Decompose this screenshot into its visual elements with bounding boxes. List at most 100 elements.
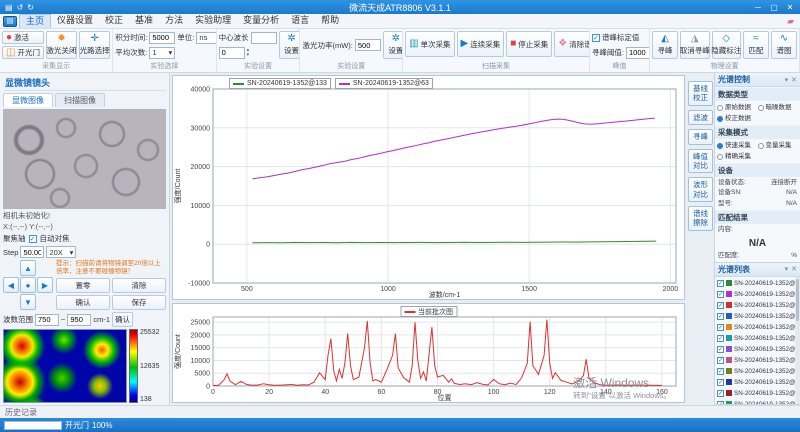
menu-tab-基准[interactable]: 基准 xyxy=(129,14,159,28)
maximize-button[interactable]: ▢ xyxy=(766,3,782,12)
radio-option[interactable]: 暗噪数据 xyxy=(758,102,799,113)
continuous-acquire-button[interactable]: ▶连续采集 xyxy=(457,31,505,57)
image-tab[interactable]: 扫描图像 xyxy=(55,93,105,107)
cancel-peak-button[interactable]: ◮取消寻峰 xyxy=(680,31,709,59)
list-scrollbar[interactable] xyxy=(795,277,800,404)
side-button[interactable]: 波形对比 xyxy=(688,177,713,202)
spectra-list-item[interactable]: ✓SN-20240619-1352@63 xyxy=(715,289,800,300)
scrollbar-thumb[interactable] xyxy=(796,279,799,321)
radio-option[interactable]: 快速采集 xyxy=(717,140,758,151)
range-from-input[interactable] xyxy=(35,314,59,326)
spectra-list-item[interactable]: ✓SN-20240619-1352@59 xyxy=(715,300,800,311)
move-center-button[interactable]: ● xyxy=(20,277,36,293)
spectra-list-item[interactable]: ✓SN-20240619-1352@56 xyxy=(715,311,800,322)
center-wavelength-input[interactable] xyxy=(251,32,277,44)
redo-icon[interactable]: ↻ xyxy=(27,3,34,12)
range-confirm-button[interactable]: 确认 xyxy=(112,312,133,327)
save-icon[interactable]: ▤ xyxy=(5,3,13,12)
radio-option[interactable]: 校正数据 xyxy=(717,113,758,124)
match-button[interactable]: ≈匹配 xyxy=(743,31,769,59)
menu-tab-主页[interactable]: 主页 xyxy=(19,14,51,28)
item-checkbox[interactable]: ✓ xyxy=(717,335,724,342)
file-menu-button[interactable]: ▤ xyxy=(3,16,17,27)
item-checkbox[interactable]: ✓ xyxy=(717,346,724,353)
item-checkbox[interactable]: ✓ xyxy=(717,302,724,309)
autofocus-checkbox[interactable]: ✓ xyxy=(29,235,37,243)
item-checkbox[interactable]: ✓ xyxy=(717,390,724,397)
move-left-button[interactable]: ◀ xyxy=(3,277,19,293)
radio-option[interactable]: 精确采集 xyxy=(717,151,758,162)
spinner-arrows-icon[interactable]: ▴▾ xyxy=(247,48,250,58)
confirm-button[interactable]: 确认 xyxy=(56,295,110,310)
peak-mark-checkbox[interactable]: ✓ xyxy=(592,34,600,42)
spectrum-button[interactable]: ∿谱图 xyxy=(771,31,797,59)
spectra-list-item[interactable]: ✓SN-20240619-1352@133 xyxy=(715,278,800,289)
range-to-input[interactable] xyxy=(67,314,91,326)
close-button[interactable]: ✕ xyxy=(782,3,798,12)
menu-tab-帮助[interactable]: 帮助 xyxy=(315,14,345,28)
spectra-list-item[interactable]: ✓SN-20240619-1352@53 xyxy=(715,322,800,333)
laser-power-input[interactable] xyxy=(355,39,381,51)
main-spectrum-chart[interactable]: SN-20240619-1352@133SN-20240619-1352@63 … xyxy=(172,75,685,300)
legend-item[interactable]: 当前批次图 xyxy=(400,306,457,317)
legend-item[interactable]: SN-20240619-1352@63 xyxy=(335,78,433,89)
item-checkbox[interactable]: ✓ xyxy=(717,280,724,287)
eraser-icon[interactable]: ▰ xyxy=(787,16,794,27)
menu-tab-变量分析[interactable]: 变量分析 xyxy=(237,14,285,28)
item-checkbox[interactable]: ✓ xyxy=(717,291,724,298)
item-checkbox[interactable]: ✓ xyxy=(717,357,724,364)
move-right-button[interactable]: ▶ xyxy=(37,277,53,293)
single-acquire-button[interactable]: ▥单次采集 xyxy=(405,31,454,57)
side-button[interactable]: 峰值对比 xyxy=(688,149,713,174)
hide-marks-button[interactable]: ◇隐藏标注 xyxy=(712,31,741,59)
pin-icon[interactable]: ▾ xyxy=(785,265,789,273)
image-tab[interactable]: 显微图像 xyxy=(3,93,53,107)
spectra-list-item[interactable]: ✓SN-20240619-1352@41 xyxy=(715,366,800,377)
spectra-list-item[interactable]: ✓SN-20240619-1352@50 xyxy=(715,333,800,344)
pin-icon[interactable]: ▾ xyxy=(785,76,789,84)
peak-threshold-input[interactable] xyxy=(626,47,650,59)
side-button[interactable]: 谱线擦除 xyxy=(688,206,713,231)
clear-spectrum-button[interactable]: ❖清除谱图 xyxy=(554,31,590,57)
find-peak-button[interactable]: ◭寻峰 xyxy=(652,31,678,59)
clear-button[interactable]: 清除 xyxy=(112,278,166,293)
settings-button[interactable]: ✲设置 xyxy=(279,31,301,59)
beam-select-button[interactable]: ✛光路选择 xyxy=(79,31,110,59)
laser-power-settings-button[interactable]: ✲设置 xyxy=(383,31,403,59)
item-checkbox[interactable]: ✓ xyxy=(717,324,724,331)
side-button[interactable]: 滤波 xyxy=(688,110,713,125)
wavelength-step-input[interactable] xyxy=(219,47,245,59)
menu-tab-实验助理[interactable]: 实验助理 xyxy=(189,14,237,28)
move-down-button[interactable]: ▼ xyxy=(20,294,36,310)
stop-acquire-button[interactable]: ■停止采集 xyxy=(506,31,552,57)
objective-zoom-select[interactable]: 20X▾ xyxy=(46,246,76,258)
side-button[interactable]: 寻峰 xyxy=(688,129,713,144)
average-count-select[interactable]: 1▾ xyxy=(149,47,175,59)
minimize-button[interactable]: ─ xyxy=(750,3,766,12)
laser-activate-button[interactable]: ●激活 xyxy=(2,31,44,44)
item-checkbox[interactable]: ✓ xyxy=(717,313,724,320)
spectra-list-item[interactable]: ✓SN-20240619-1352@35 xyxy=(715,388,800,399)
save-button[interactable]: 保存 xyxy=(112,295,166,310)
history-bar[interactable]: 历史记录 xyxy=(0,405,800,418)
item-checkbox[interactable]: ✓ xyxy=(717,379,724,386)
step-input[interactable] xyxy=(20,246,44,258)
menu-tab-语言[interactable]: 语言 xyxy=(285,14,315,28)
shutter-open-button[interactable]: ◫开光门 xyxy=(2,46,44,59)
spectra-list-item[interactable]: ✓SN-20240619-1352@44 xyxy=(715,355,800,366)
menu-tab-仪器设置[interactable]: 仪器设置 xyxy=(51,14,99,28)
spectra-list-item[interactable]: ✓SN-20240619-1352@38 xyxy=(715,377,800,388)
item-checkbox[interactable]: ✓ xyxy=(717,401,724,404)
laser-off-button[interactable]: ✹激光关闭 xyxy=(46,31,77,59)
close-panel-icon[interactable]: ✕ xyxy=(791,265,797,273)
zero-button[interactable]: 置零 xyxy=(56,278,110,293)
radio-option[interactable]: 变量采集 xyxy=(758,140,799,151)
menu-tab-校正[interactable]: 校正 xyxy=(99,14,129,28)
spectra-list-item[interactable]: ✓SN-20240619-1352@32 xyxy=(715,399,800,404)
item-checkbox[interactable]: ✓ xyxy=(717,368,724,375)
close-panel-icon[interactable]: ✕ xyxy=(791,76,797,84)
unit-select[interactable]: ns▾ xyxy=(196,32,216,44)
menu-tab-方法[interactable]: 方法 xyxy=(159,14,189,28)
integration-time-input[interactable] xyxy=(149,32,175,44)
spectra-list-item[interactable]: ✓SN-20240619-1352@47 xyxy=(715,344,800,355)
